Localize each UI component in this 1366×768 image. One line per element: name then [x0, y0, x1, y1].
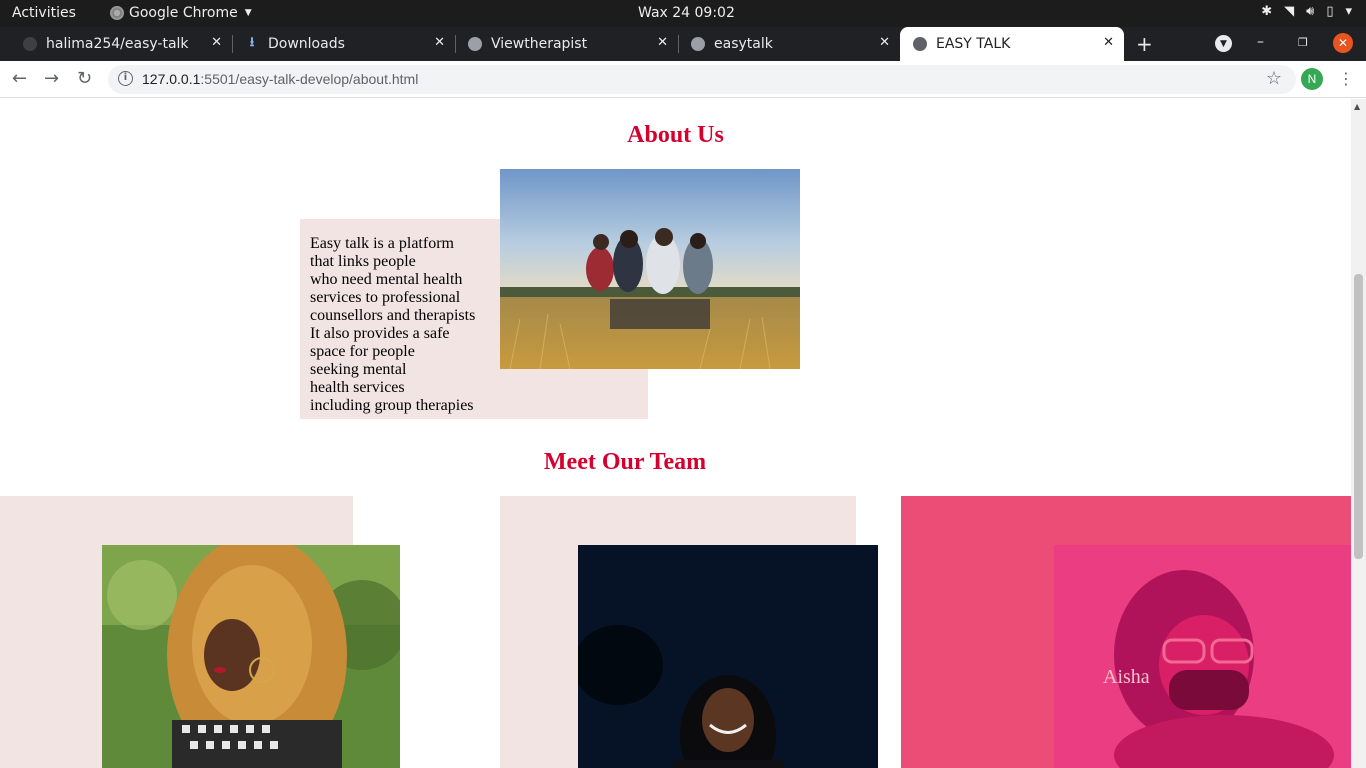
- scroll-up-arrow-icon[interactable]: ▲: [1354, 102, 1360, 111]
- address-bar[interactable]: i 127.0.0.1:5501/easy-talk-develop/about…: [108, 65, 1296, 94]
- site-info-icon[interactable]: i: [118, 71, 133, 86]
- close-icon[interactable]: ✕: [879, 35, 890, 50]
- tab-title: Downloads: [268, 36, 345, 52]
- tab-search-chevron-icon[interactable]: ▼: [1215, 35, 1232, 52]
- close-icon[interactable]: ✕: [1103, 35, 1114, 50]
- close-icon[interactable]: ✕: [211, 35, 222, 50]
- about-us-heading: About Us: [627, 122, 724, 148]
- tab-title: Viewtherapist: [491, 36, 588, 52]
- tab-title: easytalk: [714, 36, 773, 52]
- close-icon[interactable]: ✕: [657, 35, 668, 50]
- clock[interactable]: Wax 24 09:02: [638, 5, 735, 21]
- system-tray[interactable]: ✱ ◥ 🔊︎ ▯ ▾: [1261, 4, 1352, 19]
- bookmark-star-icon[interactable]: ☆: [1266, 68, 1282, 89]
- profile-avatar[interactable]: N: [1301, 68, 1323, 90]
- download-icon: ⭳: [249, 35, 255, 50]
- window-close-icon[interactable]: ✕: [1333, 33, 1353, 53]
- about-description: Easy talk is a platform that links peopl…: [310, 235, 476, 414]
- globe-icon: [467, 36, 483, 52]
- close-icon[interactable]: ✕: [434, 35, 445, 50]
- reload-icon[interactable]: ↻: [77, 68, 92, 89]
- github-icon: [22, 36, 38, 52]
- app-menu[interactable]: Google Chrome ▼: [110, 5, 252, 21]
- scrollbar-thumb[interactable]: [1354, 274, 1363, 559]
- tab-title: EASY TALK: [936, 36, 1011, 52]
- volume-icon[interactable]: 🔊︎: [1306, 4, 1314, 19]
- restore-icon[interactable]: ❐: [1298, 36, 1308, 49]
- url-text[interactable]: 127.0.0.1:5501/easy-talk-develop/about.h…: [142, 71, 418, 87]
- tab-title: halima254/easy-talk: [46, 36, 189, 52]
- tab-github[interactable]: halima254/easy-talk ✕: [0, 27, 233, 61]
- meet-our-team-heading: Meet Our Team: [543, 449, 707, 475]
- globe-icon: [690, 36, 706, 52]
- kebab-menu-icon[interactable]: ⋮: [1338, 69, 1354, 88]
- activities-button[interactable]: Activities: [12, 5, 76, 21]
- wifi-icon[interactable]: ◥: [1284, 4, 1294, 19]
- page-viewport: About Us Easy talk is a platform that li…: [0, 99, 1351, 768]
- team-member-name: Aisha: [1103, 666, 1150, 688]
- tab-easytalk[interactable]: easytalk ✕: [678, 27, 900, 61]
- browser-toolbar: ← → ↻ i 127.0.0.1:5501/easy-talk-develop…: [0, 61, 1366, 98]
- slack-icon[interactable]: ✱: [1261, 4, 1272, 19]
- minimize-icon[interactable]: –: [1257, 34, 1264, 50]
- forward-arrow-icon[interactable]: →: [44, 68, 59, 89]
- system-top-bar: Activities Google Chrome ▼ Wax 24 09:02 …: [0, 0, 1366, 27]
- new-tab-plus-icon[interactable]: +: [1136, 32, 1153, 56]
- tab-strip: halima254/easy-talk ✕ ⭳ Downloads ✕ View…: [0, 27, 1366, 61]
- team-member-photo: [578, 545, 878, 768]
- app-name: Google Chrome: [129, 5, 238, 21]
- page-scrollbar[interactable]: ▲: [1351, 99, 1366, 768]
- back-arrow-icon[interactable]: ←: [12, 68, 27, 89]
- chrome-icon: [110, 6, 124, 20]
- caret-down-icon[interactable]: ▾: [1345, 4, 1352, 19]
- caret-down-icon: ▼: [244, 8, 252, 18]
- tab-viewtherapist[interactable]: Viewtherapist ✕: [455, 27, 679, 61]
- team-member-photo: [1054, 545, 1351, 768]
- team-member-photo: [102, 545, 400, 768]
- about-group-photo: [500, 169, 800, 369]
- battery-icon[interactable]: ▯: [1326, 4, 1333, 19]
- globe-icon: [912, 36, 928, 52]
- tab-easy-talk-active[interactable]: EASY TALK ✕: [900, 27, 1124, 61]
- tab-downloads[interactable]: ⭳ Downloads ✕: [232, 27, 456, 61]
